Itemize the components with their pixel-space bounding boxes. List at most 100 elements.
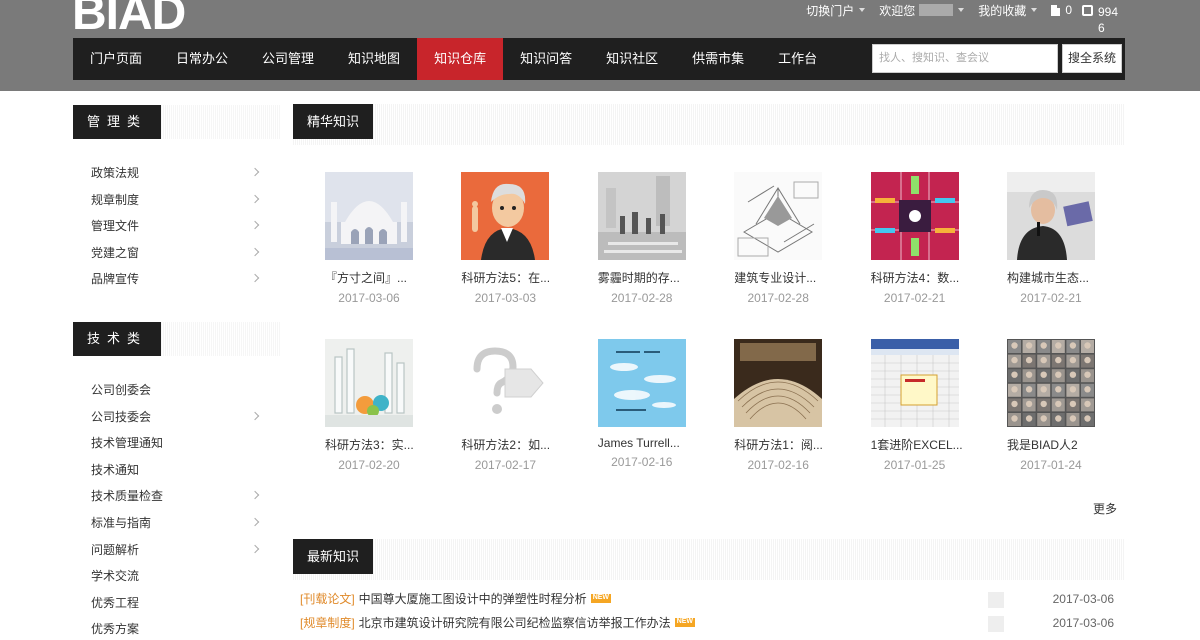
card-title[interactable]: 1套进阶EXCEL... (871, 436, 971, 453)
search-all-button[interactable]: 搜全系统 (1062, 44, 1122, 73)
chevron-right-icon (250, 491, 260, 500)
knowledge-card[interactable]: 我是BIAD人2 2017-01-24 (1002, 339, 1112, 472)
sidebar-item-tech-5[interactable]: 标准与指南 (91, 510, 280, 537)
news-item[interactable]: [规章制度] 北京市建筑设计研究院有限公司纪检监察信访举报工作办法 NEW 2017-… (300, 612, 1120, 634)
knowledge-card[interactable]: 科研方法4：数... 2017-02-21 (866, 172, 976, 305)
sidebar-item-label: 问题解析 (91, 542, 140, 557)
sidebar-item-tech-7[interactable]: 学术交流 (91, 563, 280, 590)
nav-item-3[interactable]: 知识地图 (331, 38, 417, 80)
knowledge-card[interactable]: 科研方法2：如... 2017-02-17 (456, 339, 566, 472)
sidebar-item-label: 管理文件 (91, 219, 140, 234)
author-blurred (988, 616, 1004, 632)
card-thumbnail[interactable] (325, 339, 413, 427)
edit-icon (1082, 5, 1093, 16)
sidebar-item-tech-9[interactable]: 优秀方案 (91, 616, 280, 640)
card-thumbnail[interactable] (1007, 172, 1095, 260)
news-title[interactable]: 北京市建筑设计研究院有限公司纪检监察信访举报工作办法 (359, 616, 671, 630)
card-title[interactable]: 科研方法4：数... (871, 269, 971, 286)
nav-item-1[interactable]: 日常办公 (159, 38, 245, 80)
card-title[interactable]: 科研方法2：如... (461, 436, 561, 453)
card-thumbnail[interactable] (325, 172, 413, 260)
news-category[interactable]: [刊载论文] (300, 592, 355, 606)
sidebar-item-label: 党建之窗 (91, 245, 140, 260)
knowledge-card[interactable]: 构建城市生态... 2017-02-21 (1002, 172, 1112, 305)
card-title[interactable]: 『方寸之间』... (325, 269, 425, 286)
sidebar-item-label: 公司创委会 (91, 383, 152, 397)
sidebar-item-tech-6[interactable]: 问题解析 (91, 537, 280, 564)
news-date: 2017-03-06 (1052, 616, 1114, 630)
nav-item-4[interactable]: 知识仓库 (417, 38, 504, 80)
card-date: 2017-02-28 (611, 291, 673, 305)
chevron-right-icon (250, 411, 260, 420)
card-date: 2017-02-28 (747, 291, 809, 305)
new-badge: NEW (674, 618, 696, 627)
knowledge-card[interactable]: 建筑专业设计... 2017-02-28 (729, 172, 839, 305)
sidebar-item-management-1[interactable]: 规章制度 (91, 187, 280, 214)
knowledge-card[interactable]: James Turrell... 2017-02-16 (593, 339, 703, 469)
chevron-right-icon (250, 544, 260, 553)
nav-item-2[interactable]: 公司管理 (245, 38, 331, 80)
document-count[interactable]: 0 (1051, 2, 1072, 18)
news-date: 2017-03-06 (1052, 592, 1114, 606)
card-thumbnail[interactable] (461, 339, 550, 427)
card-thumbnail[interactable] (597, 172, 686, 260)
knowledge-card[interactable]: 科研方法1：阅... 2017-02-16 (729, 339, 839, 472)
knowledge-card[interactable]: 1套进阶EXCEL... 2017-01-25 (866, 339, 976, 472)
knowledge-card[interactable]: 雾霾时期的存... 2017-02-28 (593, 172, 703, 305)
biad-logo[interactable]: BIAD (72, 0, 186, 38)
new-badge: NEW (590, 594, 612, 603)
card-thumbnail[interactable] (597, 339, 686, 427)
sidebar-item-label: 规章制度 (91, 192, 140, 207)
chevron-right-icon (250, 274, 260, 283)
news-category[interactable]: [规章制度] (300, 616, 355, 630)
card-thumbnail[interactable] (870, 339, 959, 427)
nav-item-0[interactable]: 门户页面 (73, 38, 159, 80)
edit-count[interactable]: 9946 (1082, 4, 1120, 36)
card-thumbnail[interactable] (1007, 339, 1095, 427)
card-title[interactable]: 建筑专业设计... (734, 269, 834, 286)
card-title[interactable]: 雾霾时期的存... (598, 269, 698, 286)
card-title[interactable]: 我是BIAD人2 (1007, 436, 1107, 453)
favorites-link[interactable]: 我的收藏 (978, 2, 1038, 18)
news-item[interactable]: [刊载论文] 中国尊大厦施工图设计中的弹塑性时程分析 NEW 2017-03-06 (300, 588, 1120, 610)
sidebar-item-tech-2[interactable]: 技术管理通知 (91, 430, 280, 457)
more-link[interactable]: 更多 (1093, 500, 1117, 517)
chevron-right-icon (250, 517, 260, 527)
card-title[interactable]: 科研方法3：实... (325, 436, 425, 453)
sidebar-item-label: 标准与指南 (91, 515, 152, 530)
sidebar-item-tech-1[interactable]: 公司技委会 (91, 404, 280, 431)
knowledge-card[interactable]: 科研方法5：在... 2017-03-03 (456, 172, 566, 305)
card-thumbnail[interactable] (870, 172, 959, 260)
card-thumbnail[interactable] (734, 339, 823, 427)
sidebar-item-tech-3[interactable]: 技术通知 (91, 457, 280, 484)
sidebar-item-label: 政策法规 (91, 166, 140, 180)
card-title[interactable]: 科研方法1：阅... (734, 436, 834, 453)
sidebar-item-management-3[interactable]: 党建之窗 (91, 240, 280, 267)
sidebar-item-management-0[interactable]: 政策法规 (91, 160, 280, 187)
search-input[interactable]: 找人、搜知识、查会议 (872, 44, 1058, 73)
sidebar-item-tech-8[interactable]: 优秀工程 (91, 590, 280, 617)
sidebar-item-tech-0[interactable]: 公司创委会 (91, 377, 280, 404)
card-date: 2017-02-16 (611, 455, 673, 469)
user-menu[interactable]: 欢迎您 (879, 2, 965, 18)
card-title[interactable]: 构建城市生态... (1007, 269, 1107, 286)
chevron-right-icon (250, 247, 260, 257)
sidebar-item-label: 优秀工程 (91, 595, 140, 610)
switch-portal-link[interactable]: 切换门户 (806, 2, 866, 18)
card-thumbnail[interactable] (461, 172, 550, 260)
sidebar-item-tech-4[interactable]: 技术质量检查 (91, 483, 280, 510)
nav-item-7[interactable]: 供需市集 (675, 38, 761, 80)
nav-item-5[interactable]: 知识问答 (503, 38, 589, 80)
sidebar-item-management-2[interactable]: 管理文件 (91, 213, 280, 240)
sidebar-item-label: 技术质量检查 (91, 489, 164, 504)
nav-item-8[interactable]: 工作台 (761, 38, 834, 80)
sidebar-item-management-4[interactable]: 品牌宣传 (91, 266, 280, 293)
card-title[interactable]: James Turrell... (598, 436, 698, 450)
card-title[interactable]: 科研方法5：在... (461, 269, 561, 286)
knowledge-card[interactable]: 『方寸之间』... 2017-03-06 (320, 172, 430, 305)
news-title[interactable]: 中国尊大厦施工图设计中的弹塑性时程分析 (359, 592, 587, 606)
chevron-down-icon (1031, 8, 1038, 12)
knowledge-card[interactable]: 科研方法3：实... 2017-02-20 (320, 339, 430, 472)
nav-item-6[interactable]: 知识社区 (589, 38, 675, 80)
card-thumbnail[interactable] (734, 172, 823, 260)
